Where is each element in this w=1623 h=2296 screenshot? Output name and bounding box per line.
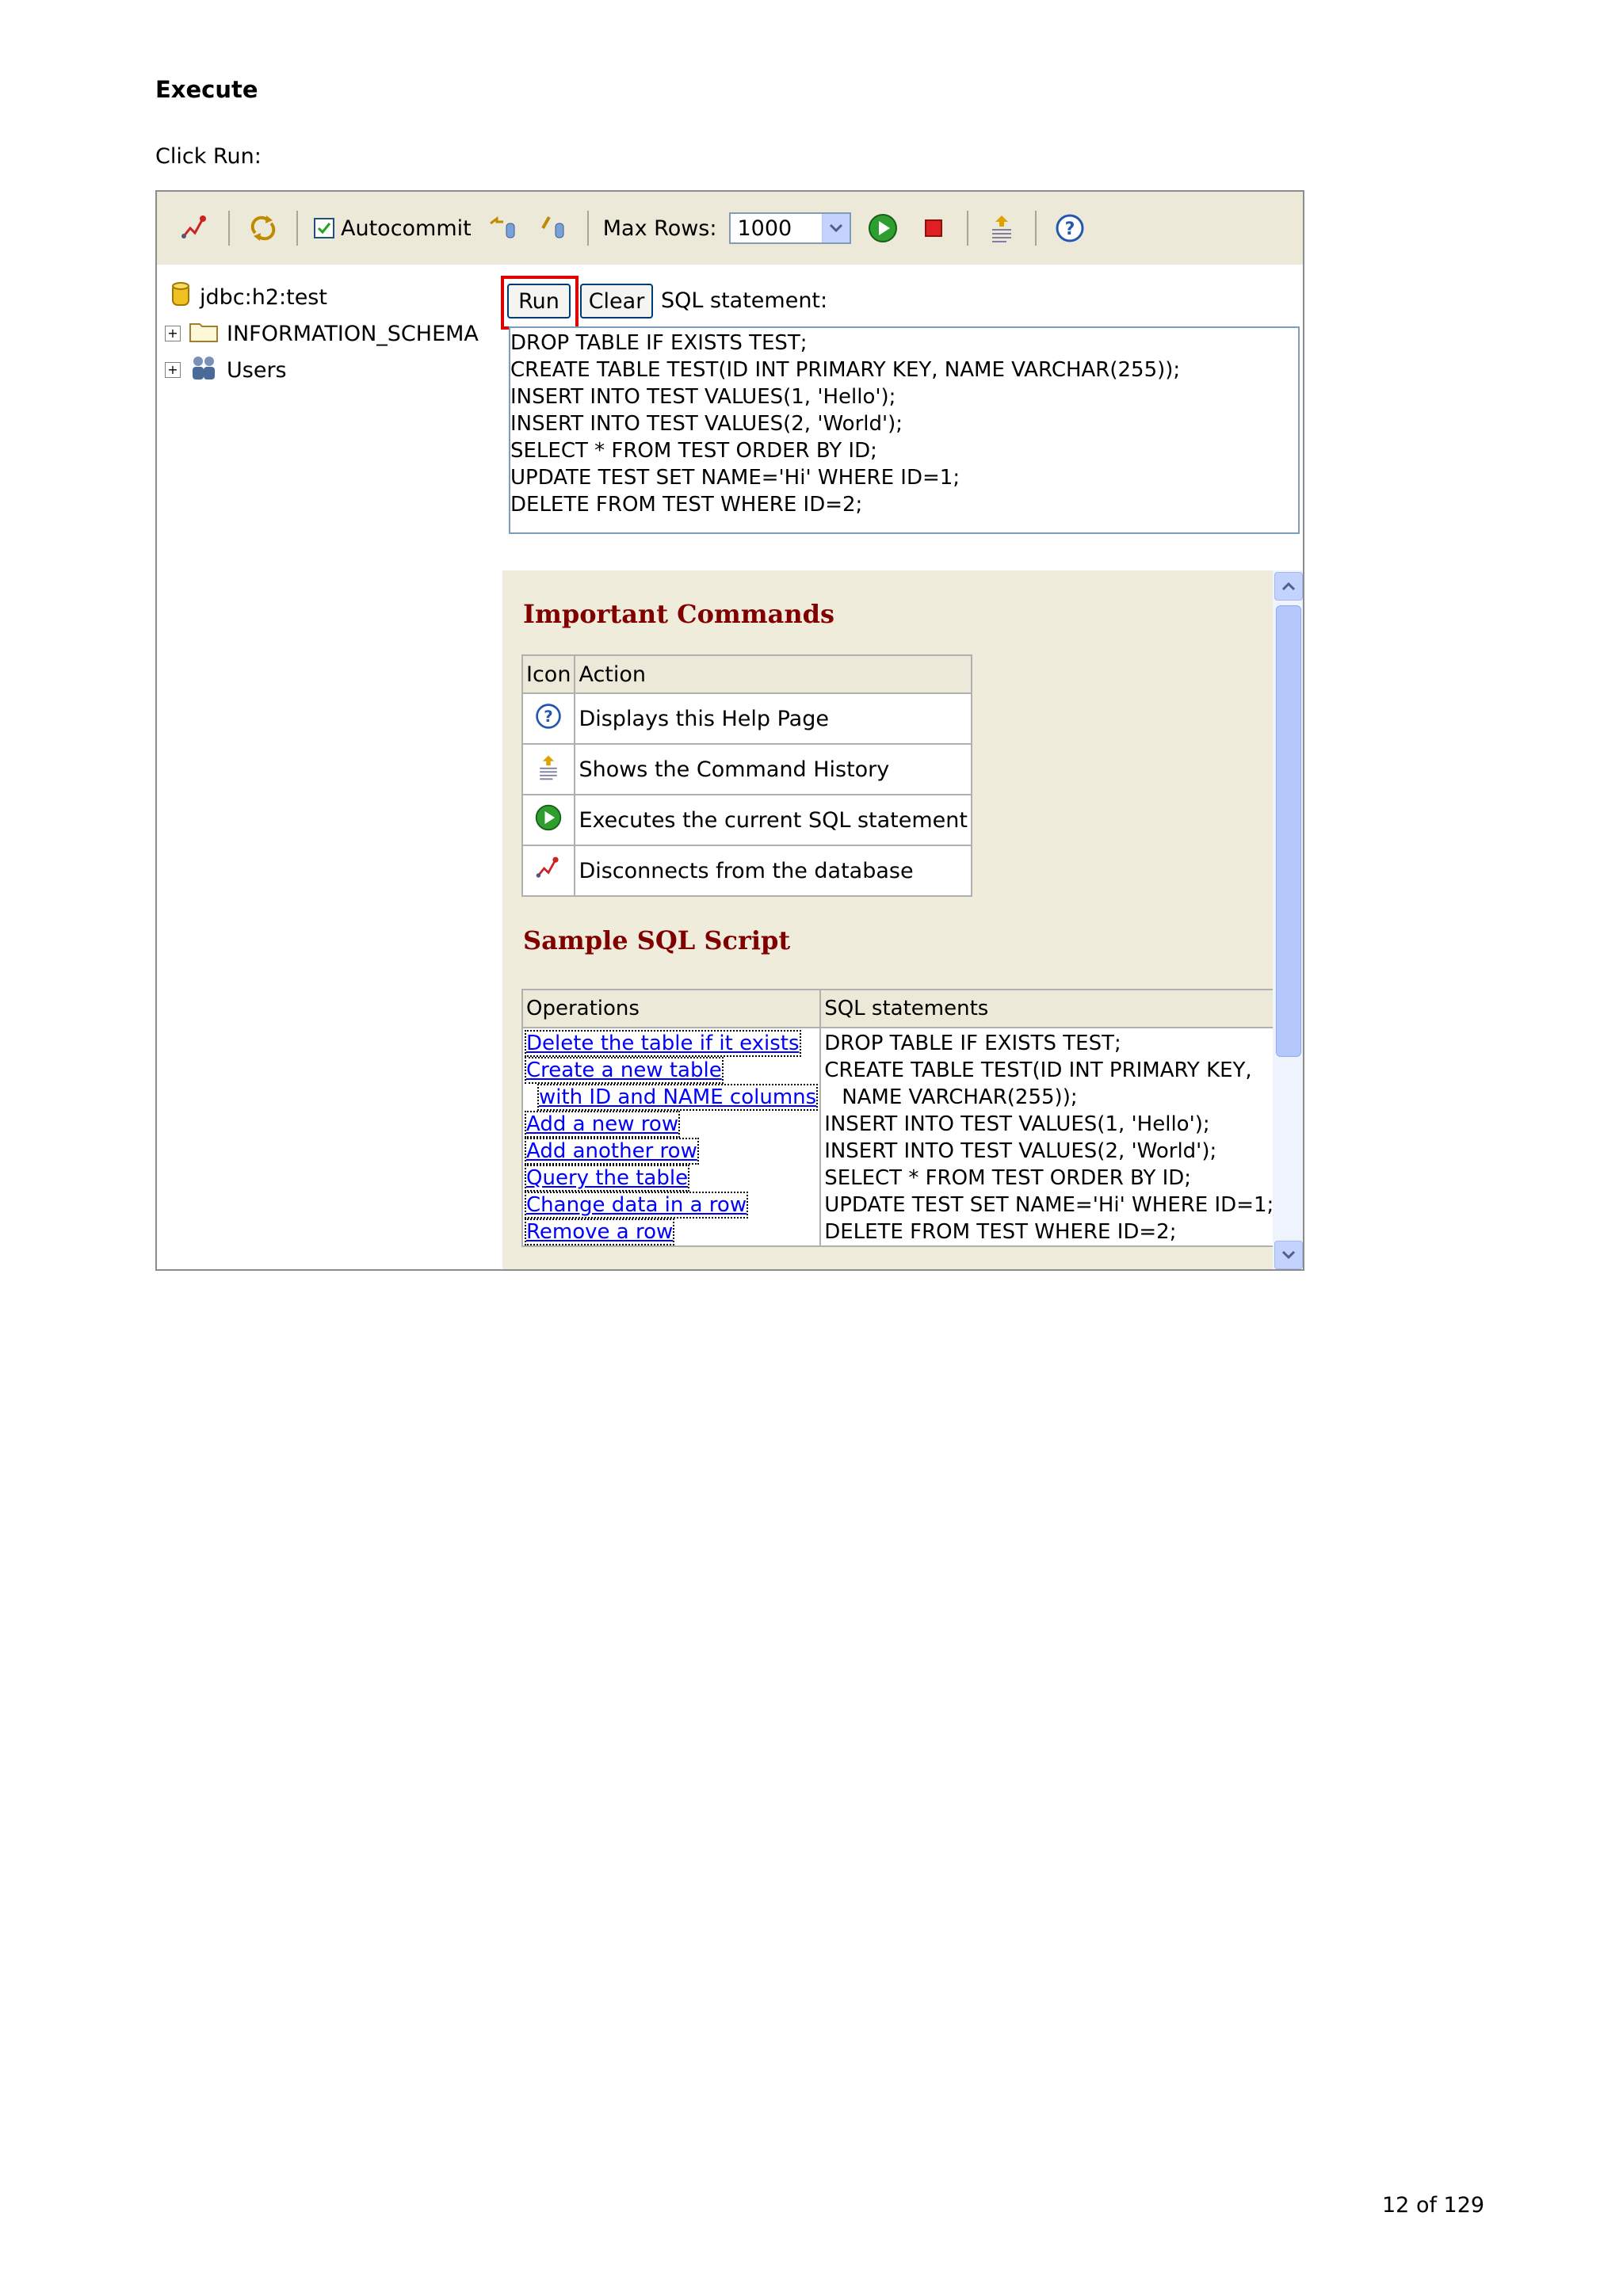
table-row: Executes the current SQL statement — [521, 794, 972, 846]
sql-line: UPDATE TEST SET NAME='Hi' WHERE ID=1; — [510, 466, 960, 490]
sample-statement: SELECT * FROM TEST ORDER BY ID; — [824, 1166, 1192, 1190]
command-action: Disconnects from the database — [574, 845, 972, 897]
sql-statement-label: SQL statement: — [661, 288, 828, 313]
command-action: Executes the current SQL statement — [574, 794, 972, 846]
toolbar-separator — [586, 211, 589, 246]
sample-statement: DELETE FROM TEST WHERE ID=2; — [824, 1220, 1177, 1244]
table-row: ? Displays this Help Page — [521, 692, 972, 745]
sample-statement: UPDATE TEST SET NAME='Hi' WHERE ID=1; — [824, 1193, 1274, 1217]
sql-line: SELECT * FROM TEST ORDER BY ID; — [510, 439, 877, 463]
execute-icon — [534, 804, 563, 837]
operation-link[interactable]: Delete the table if it exists — [525, 1030, 816, 1057]
sample-sql-title: Sample SQL Script — [523, 925, 791, 955]
chevron-down-icon[interactable] — [822, 214, 850, 242]
tree-item-users[interactable]: + Users — [165, 352, 479, 388]
max-rows-label: Max Rows: — [602, 215, 717, 241]
tree-item-label: INFORMATION_SCHEMA — [227, 321, 479, 346]
commit-icon[interactable] — [537, 211, 571, 246]
disconnect-icon[interactable] — [178, 211, 212, 246]
max-rows-value: 1000 — [737, 215, 792, 241]
toolbar: Autocommit Max Rows: 1000 ? — [157, 192, 1303, 265]
scroll-down-button[interactable] — [1274, 1241, 1303, 1269]
toolbar-separator — [967, 211, 969, 246]
table-header: Icon — [521, 654, 576, 694]
sql-line: DROP TABLE IF EXISTS TEST; — [510, 331, 808, 355]
help-icon: ? — [534, 703, 563, 736]
operation-link[interactable]: Change data in a row — [524, 1192, 816, 1219]
command-action: Shows the Command History — [574, 743, 972, 795]
sample-statement: DROP TABLE IF EXISTS TEST; — [824, 1032, 1121, 1055]
toolbar-separator — [228, 211, 230, 246]
svg-text:?: ? — [544, 707, 552, 726]
sql-line: CREATE TABLE TEST(ID INT PRIMARY KEY, NA… — [510, 358, 1181, 382]
refresh-icon[interactable] — [246, 211, 281, 246]
table-header: SQL statements — [819, 989, 1279, 1028]
sql-editor[interactable]: DROP TABLE IF EXISTS TEST; CREATE TABLE … — [509, 326, 1300, 534]
max-rows-select[interactable]: 1000 — [729, 212, 852, 244]
schema-tree: jdbc:h2:test + INFORMATION_SCHEMA + User… — [165, 279, 479, 388]
svg-text:?: ? — [1065, 219, 1075, 239]
operation-link[interactable]: Query the table — [524, 1165, 816, 1192]
sql-line: INSERT INTO TEST VALUES(2, 'World'); — [510, 412, 903, 436]
table-header: Operations — [521, 989, 822, 1028]
help-icon[interactable]: ? — [1052, 211, 1087, 246]
users-icon — [189, 354, 219, 387]
folder-icon — [189, 319, 219, 349]
execute-icon[interactable] — [865, 211, 900, 246]
instruction-text: Click Run: — [155, 144, 262, 169]
important-commands-title: Important Commands — [523, 599, 835, 629]
history-icon[interactable] — [984, 211, 1019, 246]
sample-statement: INSERT INTO TEST VALUES(1, 'Hello'); — [824, 1112, 1210, 1136]
expand-icon[interactable]: + — [165, 326, 181, 341]
sample-statement: NAME VARCHAR(255)); — [842, 1085, 1078, 1109]
command-action: Displays this Help Page — [574, 692, 972, 745]
sql-line: DELETE FROM TEST WHERE ID=2; — [510, 493, 863, 517]
operation-link[interactable]: Add a new row — [524, 1111, 816, 1138]
table-header: Action — [574, 654, 972, 694]
help-pane: Important Commands Icon Action ? Display… — [502, 570, 1303, 1269]
section-heading: Execute — [155, 76, 258, 103]
page-number: 12 of 129 — [1382, 2193, 1485, 2218]
help-scrollbar[interactable] — [1273, 570, 1303, 1269]
commands-table: Icon Action ? Displays this Help Page Sh… — [521, 654, 972, 897]
disconnect-icon — [534, 856, 563, 888]
tree-connection[interactable]: jdbc:h2:test — [165, 279, 479, 315]
autocommit-label: Autocommit — [341, 215, 472, 241]
clear-button[interactable]: Clear — [580, 284, 653, 318]
run-button[interactable]: Run — [507, 284, 571, 318]
scroll-thumb[interactable] — [1276, 605, 1301, 1057]
h2-console-screenshot: Autocommit Max Rows: 1000 ? jdbc:h2:test… — [155, 190, 1304, 1271]
table-row: Delete the table if it exists Create a n… — [521, 1027, 1279, 1247]
sample-statement: INSERT INTO TEST VALUES(2, 'World'); — [824, 1139, 1217, 1163]
rollback-icon[interactable] — [486, 211, 521, 246]
table-row: Shows the Command History — [521, 743, 972, 795]
operation-link[interactable]: Add another row — [525, 1138, 816, 1165]
sql-line: INSERT INTO TEST VALUES(1, 'Hello'); — [510, 385, 896, 409]
database-icon — [171, 281, 190, 314]
operation-link[interactable]: Remove a row — [524, 1219, 816, 1245]
operation-link[interactable]: Create a new table — [525, 1057, 816, 1084]
expand-icon[interactable]: + — [165, 362, 181, 378]
toolbar-separator — [1035, 211, 1037, 246]
sample-sql-table: Operations SQL statements Delete the tab… — [521, 989, 1279, 1247]
history-icon — [534, 755, 563, 788]
operation-link[interactable]: with ID and NAME columns — [526, 1084, 819, 1111]
autocommit-checkbox[interactable] — [314, 218, 334, 238]
table-row: Disconnects from the database — [521, 845, 972, 897]
sample-statement: CREATE TABLE TEST(ID INT PRIMARY KEY, — [824, 1058, 1252, 1082]
toolbar-separator — [296, 211, 298, 246]
stop-icon[interactable] — [916, 211, 951, 246]
tree-item-label: Users — [227, 357, 287, 383]
scroll-up-button[interactable] — [1274, 572, 1303, 601]
tree-item-information-schema[interactable]: + INFORMATION_SCHEMA — [165, 315, 479, 352]
connection-label: jdbc:h2:test — [200, 284, 327, 310]
